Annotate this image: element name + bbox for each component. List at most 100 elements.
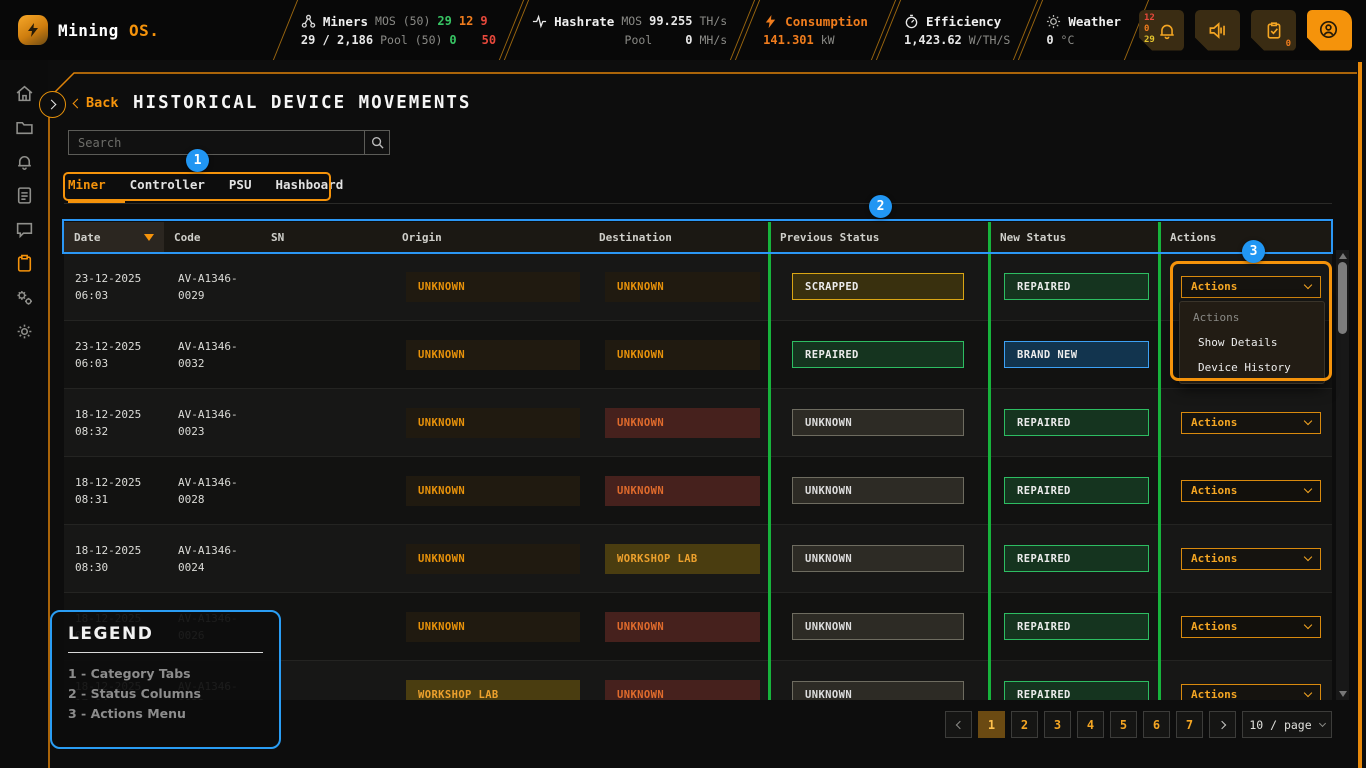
destination-chip: UNKNOWN <box>605 476 760 506</box>
actions-cell: Actions <box>1160 661 1332 700</box>
actions-dropdown[interactable]: Actions <box>1181 616 1321 638</box>
column-label: Actions <box>1170 231 1216 244</box>
scroll-up-icon[interactable] <box>1339 253 1347 259</box>
sidebar-item-integrations[interactable] <box>15 288 34 307</box>
scroll-thumb[interactable] <box>1338 262 1347 334</box>
pagination-page-3[interactable]: 3 <box>1044 711 1071 738</box>
tab-psu[interactable]: PSU <box>229 177 252 198</box>
efficiency-gauge-icon <box>904 14 919 29</box>
topbar: Mining OS. Miners MOS (50) 29 12 9 29 / … <box>0 0 1366 60</box>
destination-chip: UNKNOWN <box>605 272 760 302</box>
table-row: 18-12-2025 08:32AV-A1346-0023UNKNOWNUNKN… <box>64 389 1332 457</box>
tab-hashboard[interactable]: Hashboard <box>275 177 343 198</box>
destination-cell: UNKNOWN <box>589 389 770 456</box>
sidebar-item-notifications[interactable] <box>15 152 34 171</box>
column-header-destination[interactable]: Destination <box>589 222 770 253</box>
origin-cell: UNKNOWN <box>392 321 589 388</box>
column-header-new-status[interactable]: New Status <box>990 222 1160 253</box>
tasks-badge: 0 <box>1286 39 1291 49</box>
miners-pool-ok: 0 <box>449 33 456 47</box>
actions-cell: Actions <box>1160 389 1332 456</box>
stat-miners: Miners MOS (50) 29 12 9 29 / 2,186 Pool … <box>283 0 514 60</box>
sidebar-item-documents[interactable] <box>15 186 34 205</box>
menu-item-show-details[interactable]: Show Details <box>1180 330 1324 355</box>
actions-cell: Actions <box>1160 593 1332 660</box>
origin-chip: UNKNOWN <box>406 612 580 642</box>
actions-menu-header: Actions <box>1180 305 1324 330</box>
legend-item: 1 - Category Tabs <box>68 664 263 684</box>
search-input[interactable] <box>68 130 364 155</box>
table-scrollbar[interactable] <box>1336 250 1349 700</box>
actions-dropdown[interactable]: Actions <box>1181 684 1321 701</box>
origin-cell: UNKNOWN <box>392 253 589 320</box>
pagination-page-4[interactable]: 4 <box>1077 711 1104 738</box>
page-scrollbar[interactable] <box>1358 62 1362 768</box>
actions-dropdown-label: Actions <box>1191 620 1237 633</box>
tasks-button[interactable]: 0 <box>1251 10 1296 51</box>
column-header-sn[interactable]: SN <box>261 222 392 253</box>
sidebar-item-device-movements[interactable] <box>15 254 34 273</box>
home-icon <box>15 84 34 103</box>
new-status-chip: BRAND NEW <box>1004 341 1149 368</box>
user-profile-button[interactable] <box>1307 10 1352 51</box>
brand: Mining OS. <box>0 15 283 45</box>
pagination-page-6[interactable]: 6 <box>1143 711 1170 738</box>
column-header-origin[interactable]: Origin <box>392 222 589 253</box>
menu-item-device-history[interactable]: Device History <box>1180 355 1324 380</box>
tab-miner[interactable]: Miner <box>68 177 106 198</box>
category-tabs: Miner Controller PSU Hashboard <box>68 177 343 198</box>
tab-controller[interactable]: Controller <box>130 177 205 198</box>
pagination-next-button[interactable] <box>1209 711 1236 738</box>
code-cell: AV-A1346-0024 <box>164 525 261 592</box>
sort-descending-icon[interactable] <box>144 234 154 241</box>
pagination-page-2[interactable]: 2 <box>1011 711 1038 738</box>
sidebar-expand-button[interactable] <box>39 91 66 118</box>
pagination-page-7[interactable]: 7 <box>1176 711 1203 738</box>
new-status-chip: REPAIRED <box>1004 613 1149 640</box>
sidebar-item-home[interactable] <box>15 84 34 103</box>
scroll-down-icon[interactable] <box>1339 691 1347 697</box>
legend-divider <box>68 652 263 653</box>
origin-chip: UNKNOWN <box>406 408 580 438</box>
back-button[interactable]: Back <box>74 95 119 111</box>
miners-mos-ok: 29 <box>437 14 451 28</box>
consumption-unit: kW <box>821 33 835 47</box>
previous-status-cell: UNKNOWN <box>770 457 990 524</box>
actions-dropdown[interactable]: Actions <box>1181 480 1321 502</box>
column-header-date[interactable]: Date <box>64 222 164 253</box>
column-header-previous-status[interactable]: Previous Status <box>770 222 990 253</box>
search-button[interactable] <box>364 130 390 155</box>
sidebar-item-settings[interactable] <box>15 322 34 341</box>
actions-cell: Actions <box>1160 525 1332 592</box>
column-header-code[interactable]: Code <box>164 222 261 253</box>
annotation-callout-1: 1 <box>186 149 209 172</box>
announcements-button[interactable] <box>1195 10 1240 51</box>
sn-cell <box>261 457 392 524</box>
sidebar-item-folders[interactable] <box>15 118 34 137</box>
notifications-button[interactable]: 12 0 29 <box>1139 10 1184 51</box>
efficiency-label: Efficiency <box>926 14 1001 29</box>
notification-badges: 12 0 29 <box>1144 13 1155 46</box>
hashrate-pool-value: 0 <box>685 33 692 47</box>
pagination-page-5[interactable]: 5 <box>1110 711 1137 738</box>
actions-dropdown[interactable]: Actions <box>1181 548 1321 570</box>
actions-dropdown-open[interactable]: Actions <box>1181 276 1321 298</box>
table-row: 18-12-2025 08:30AV-A1346-0024UNKNOWNWORK… <box>64 525 1332 593</box>
clipboard-icon <box>15 254 34 273</box>
origin-chip: UNKNOWN <box>406 272 580 302</box>
chevron-right-icon <box>1217 720 1225 728</box>
destination-chip: WORKSHOP LAB <box>605 544 760 574</box>
destination-cell: UNKNOWN <box>589 457 770 524</box>
pagination-prev-button[interactable] <box>945 711 972 738</box>
date-cell: 23-12-2025 06:03 <box>64 253 164 320</box>
pagination-page-1[interactable]: 1 <box>978 711 1005 738</box>
miners-mos-err: 9 <box>480 14 487 28</box>
actions-dropdown-label: Actions <box>1191 688 1237 700</box>
legend-item: 3 - Actions Menu <box>68 704 263 724</box>
actions-dropdown[interactable]: Actions <box>1181 412 1321 434</box>
sn-cell <box>261 389 392 456</box>
new-status-chip: REPAIRED <box>1004 477 1149 504</box>
legend-items: 1 - Category Tabs2 - Status Columns3 - A… <box>68 664 263 724</box>
page-size-select[interactable]: 10 / page <box>1242 711 1332 738</box>
sidebar-item-chat[interactable] <box>15 220 34 239</box>
